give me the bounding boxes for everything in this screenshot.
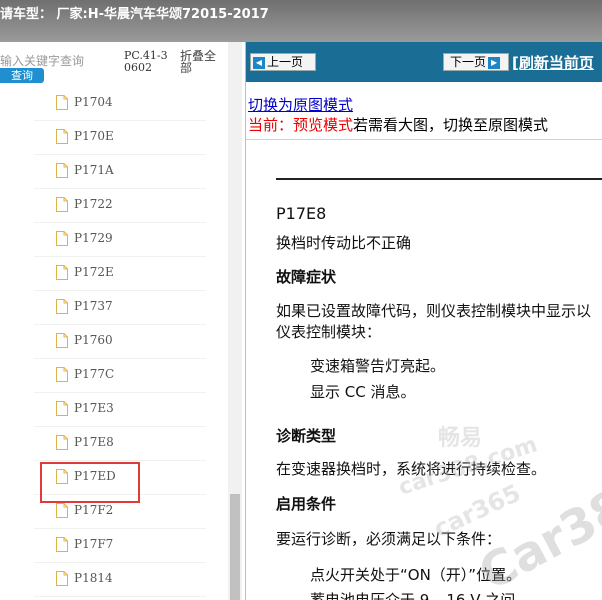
dtc-subtitle: 换档时传动比不正确 bbox=[276, 234, 412, 252]
document-icon bbox=[56, 401, 68, 416]
symptom-item-2: 显示 CC 消息。 bbox=[310, 383, 416, 401]
document-icon bbox=[56, 333, 68, 348]
query-button[interactable]: 查询 bbox=[0, 68, 44, 83]
document-icon bbox=[56, 571, 68, 586]
tree-item-label: P17E8 bbox=[74, 435, 114, 449]
mode-prefix: 当前： bbox=[248, 116, 294, 134]
watermark-1: 畅易 bbox=[438, 426, 483, 451]
diag-heading: 诊断类型 bbox=[276, 427, 337, 445]
sidebar-scrollbar[interactable] bbox=[228, 42, 242, 600]
document-icon bbox=[56, 231, 68, 246]
symptom-item-1: 变速箱警告灯亮起。 bbox=[310, 357, 446, 375]
tree-item[interactable]: P1737 bbox=[34, 291, 206, 325]
code-label: PC.41-30602 bbox=[124, 49, 168, 74]
sidebar: 查询 PC.41-30602 折叠全部 P1704 P170E P171A P1722… bbox=[0, 42, 246, 600]
tree-item[interactable]: P172E bbox=[34, 257, 206, 291]
tree-item-label: P1737 bbox=[74, 299, 113, 313]
tree-item-label: P1704 bbox=[74, 95, 113, 109]
mode-hint: 若需看大图，切换至原图模式 bbox=[353, 116, 549, 134]
tree-item-label: P170E bbox=[74, 129, 114, 143]
collapse-all-button[interactable]: 折叠全部 bbox=[180, 50, 220, 74]
document-icon bbox=[56, 537, 68, 552]
mode-status: 当前：预览模式若需看大图，切换至原图模式 bbox=[248, 114, 548, 135]
document-icon bbox=[56, 95, 68, 110]
document-icon bbox=[56, 265, 68, 280]
document-icon bbox=[56, 129, 68, 144]
enable-item-2: 蓄电池电压介于 9 – 16 V 之间 bbox=[310, 591, 516, 600]
tree-item[interactable]: P17E3 bbox=[34, 393, 206, 427]
tree-item[interactable]: P170E bbox=[34, 121, 206, 155]
enable-item-1: 点火开关处于“ON（开）”位置。 bbox=[310, 566, 522, 584]
tree-item-label: P1760 bbox=[74, 333, 113, 347]
tree-item-label: P1722 bbox=[74, 197, 113, 211]
scrollbar-thumb[interactable] bbox=[230, 494, 240, 600]
symptom-heading: 故障症状 bbox=[276, 268, 337, 286]
mode-current: 预览模式 bbox=[293, 116, 354, 134]
tree-item[interactable]: P17E8 bbox=[34, 427, 206, 461]
document-icon bbox=[56, 163, 68, 178]
document-icon bbox=[56, 367, 68, 382]
title-bar: 请车型： 厂家:H-华晨汽车华颂72015-2017 bbox=[0, 0, 602, 42]
selected-item-highlight bbox=[40, 462, 140, 503]
tree-item-label: P17F2 bbox=[74, 503, 114, 517]
tree-item-label: P177C bbox=[74, 367, 115, 381]
tree-item-label: P17F7 bbox=[74, 537, 114, 551]
tree-item[interactable]: P1760 bbox=[34, 325, 206, 359]
tree-item[interactable]: P1704 bbox=[34, 87, 206, 121]
nav-bar: ◀ 上一页 下一页 ▶ [刷新当前页 bbox=[246, 42, 602, 82]
symptom-text-2: 仪表控制模块： bbox=[276, 323, 382, 341]
window-title: 请车型： 厂家:H-华晨汽车华颂72015-2017 bbox=[0, 7, 269, 22]
tree-item-label: P1814 bbox=[74, 571, 113, 585]
document-icon bbox=[56, 197, 68, 212]
content-panel: ◀ 上一页 下一页 ▶ [刷新当前页 切换为原图模式 当前：预览模式若需看大图，切换… bbox=[246, 42, 602, 600]
document-rule bbox=[276, 178, 602, 180]
tree-item[interactable]: P1722 bbox=[34, 189, 206, 223]
page-divider bbox=[246, 139, 602, 140]
document-icon bbox=[56, 299, 68, 314]
tree-item[interactable]: P17F7 bbox=[34, 529, 206, 563]
tree-item-label: P17E3 bbox=[74, 401, 114, 415]
prev-page-label: 上一页 bbox=[267, 55, 304, 69]
tree-item-label: P1729 bbox=[74, 231, 113, 245]
tree-item[interactable]: P171A bbox=[34, 155, 206, 189]
enable-text: 要运行诊断，必须满足以下条件： bbox=[276, 530, 502, 548]
document-icon bbox=[56, 435, 68, 450]
tree-item-label: P172E bbox=[74, 265, 114, 279]
diag-text: 在变速器换档时，系统将进行持续检查。 bbox=[276, 460, 547, 478]
prev-page-button[interactable]: ◀ 上一页 bbox=[250, 53, 316, 71]
tree-item[interactable]: P1729 bbox=[34, 223, 206, 257]
search-input[interactable] bbox=[0, 53, 86, 69]
arrow-right-icon: ▶ bbox=[488, 56, 501, 69]
document-icon bbox=[56, 503, 68, 518]
tree-item-label: P171A bbox=[74, 163, 114, 177]
symptom-text-1: 如果已设置故障代码，则仪表控制模块中显示以 bbox=[276, 302, 592, 320]
arrow-left-icon: ◀ bbox=[253, 56, 265, 69]
enable-heading: 启用条件 bbox=[276, 495, 337, 513]
tree-item[interactable]: P1814 bbox=[34, 563, 206, 597]
switch-original-mode-link[interactable]: 切换为原图模式 bbox=[248, 94, 353, 115]
dtc-code: P17E8 bbox=[276, 204, 327, 223]
refresh-page-link[interactable]: [刷新当前页 bbox=[512, 52, 594, 73]
next-page-button[interactable]: 下一页 ▶ bbox=[443, 53, 509, 71]
tree-item[interactable]: P177C bbox=[34, 359, 206, 393]
next-page-label: 下一页 bbox=[450, 55, 487, 69]
